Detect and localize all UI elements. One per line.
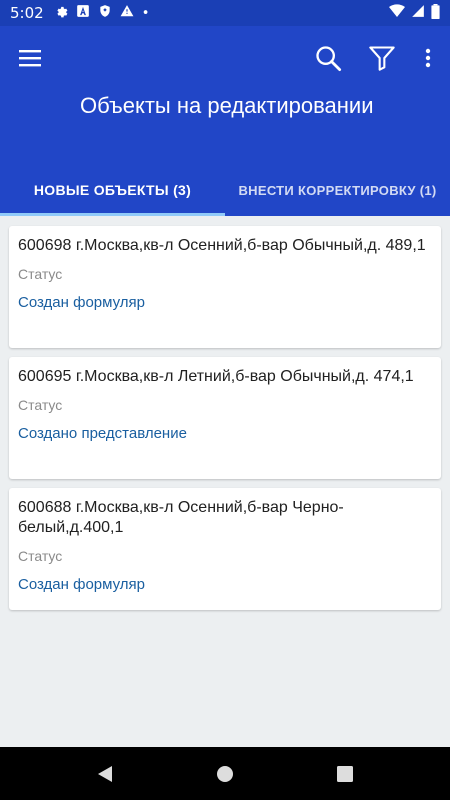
tab-new-objects[interactable]: НОВЫЕ ОБЪЕКТЫ (3) [0,164,225,216]
battery-icon [431,3,440,23]
status-value: Создан формуляр [18,294,145,311]
app-bar: Объекты на редактировании НОВЫЕ ОБЪЕКТЫ … [0,26,450,216]
warning-icon [120,4,134,22]
tab-bar: НОВЫЕ ОБЪЕКТЫ (3) ВНЕСТИ КОРРЕКТИРОВКУ (… [0,164,450,216]
tab-make-correction[interactable]: ВНЕСТИ КОРРЕКТИРОВКУ (1) [225,164,450,216]
status-value: Создан формуляр [18,576,145,593]
shield-icon [98,4,112,22]
status-value: Создано представление [18,425,187,442]
home-icon[interactable] [215,764,235,784]
status-bar: 5:02 • [0,0,450,26]
status-label: Статус [18,397,63,413]
more-vert-icon[interactable] [418,40,438,76]
list-item[interactable]: 600688 г.Москва,кв-л Осенний,б-вар Черно… [9,488,441,610]
object-address: 600698 г.Москва,кв-л Осенний,б-вар Обычн… [18,237,426,254]
a-icon [76,4,90,22]
search-icon[interactable] [310,40,346,76]
back-icon[interactable] [95,764,115,784]
gear-icon [54,4,68,22]
status-icons-right [389,3,440,23]
object-address: 600695 г.Москва,кв-л Летний,б-вар Обычны… [18,368,414,385]
status-icons-left: • [54,4,150,22]
signal-icon [411,4,425,22]
object-list: 600698 г.Москва,кв-л Осенний,б-вар Обычн… [9,226,441,619]
status-time: 5:02 [10,4,44,22]
dot-icon: • [141,5,150,21]
list-item[interactable]: 600695 г.Москва,кв-л Летний,б-вар Обычны… [9,357,441,479]
object-address: 600688 г.Москва,кв-л Осенний,б-вар Черно… [18,499,344,536]
wifi-icon [389,4,405,22]
status-label: Статус [18,548,63,564]
tab-indicator [0,213,225,216]
filter-icon[interactable] [364,40,400,76]
recents-icon[interactable] [335,764,355,784]
system-nav-bar [0,747,450,800]
page-title: Объекты на редактировании [80,93,374,118]
status-label: Статус [18,266,63,282]
list-item[interactable]: 600698 г.Москва,кв-л Осенний,б-вар Обычн… [9,226,441,348]
menu-icon[interactable] [16,44,44,72]
